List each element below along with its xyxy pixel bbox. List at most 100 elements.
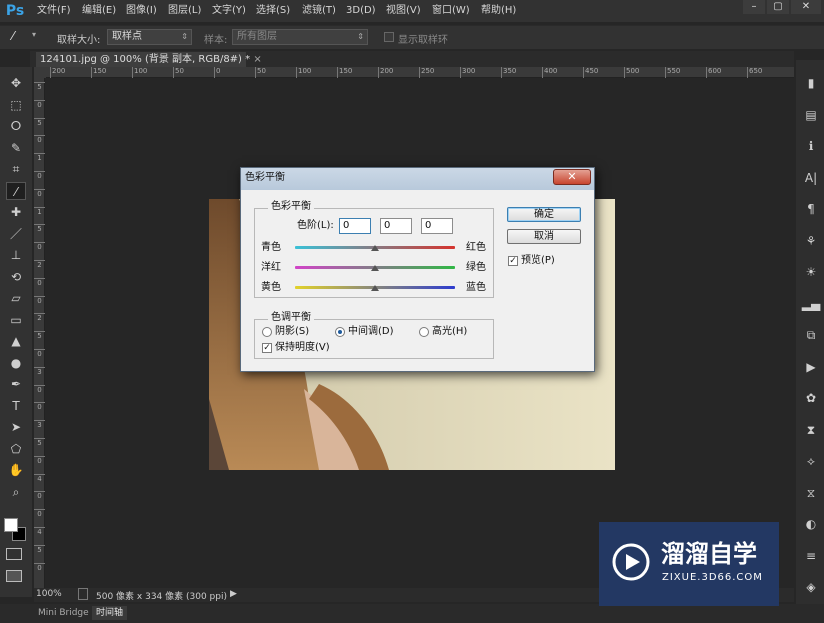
- document-icon[interactable]: ▤: [800, 106, 822, 124]
- tab-mini-bridge[interactable]: Mini Bridge: [34, 606, 93, 620]
- layers-comp-icon[interactable]: ▮: [800, 74, 822, 92]
- ruler-tick-label: 50: [173, 67, 184, 78]
- ruler-tick-label: 3: [34, 420, 45, 429]
- document-tab-title: 124101.jpg @ 100% (背景 副本, RGB/8#) *: [40, 54, 251, 65]
- info-icon[interactable]: ℹ: [800, 137, 822, 155]
- watermark-brand: 溜溜自学: [661, 540, 757, 568]
- preview-checkbox[interactable]: ✓: [508, 256, 518, 266]
- paragraph-icon[interactable]: ¶: [800, 200, 822, 218]
- menu-item-0[interactable]: 文件(F): [37, 4, 71, 18]
- restore-button[interactable]: ▢: [767, 0, 789, 14]
- document-tab[interactable]: 124101.jpg @ 100% (背景 副本, RGB/8#) * ×: [36, 52, 262, 67]
- ok-button[interactable]: 确定: [507, 207, 581, 222]
- dialog-titlebar[interactable]: 色彩平衡: [241, 168, 594, 190]
- menu-item-6[interactable]: 滤镜(T): [302, 4, 336, 18]
- type-icon[interactable]: T: [6, 397, 26, 415]
- horizontal-ruler[interactable]: 200 150 100 50 0 50 100 150 200 250 300 350 400 450 50…: [46, 67, 794, 78]
- menu-item-10[interactable]: 帮助(H): [481, 4, 516, 18]
- tone-radio-1[interactable]: [335, 327, 345, 337]
- menu-item-9[interactable]: 窗口(W): [432, 4, 470, 18]
- screen-mode-icon[interactable]: [6, 570, 22, 582]
- close-window-button[interactable]: ✕: [791, 0, 821, 14]
- ruler-tick-label: 5: [34, 82, 45, 91]
- histogram-icon[interactable]: ▂▄: [800, 295, 822, 313]
- status-menu-arrow[interactable]: ▶: [230, 589, 237, 599]
- menu-item-1[interactable]: 编辑(E): [82, 4, 116, 18]
- actions-play-icon[interactable]: ▶: [800, 358, 822, 376]
- color-icon[interactable]: ◐: [800, 515, 822, 533]
- eyedropper-preset-icon[interactable]: ⁄: [12, 29, 28, 45]
- close-tab-icon[interactable]: ×: [253, 54, 261, 65]
- slider-thumb-1[interactable]: [371, 265, 379, 271]
- styles-icon[interactable]: ✿: [800, 389, 822, 407]
- level-input-yellow-blue[interactable]: 0: [421, 218, 453, 234]
- minimize-button[interactable]: –: [743, 0, 765, 14]
- slider-left-label-2: 黄色: [261, 282, 281, 293]
- brush-preset-icon[interactable]: ⚘: [800, 232, 822, 250]
- blur-icon[interactable]: ▲: [6, 332, 26, 350]
- cancel-button[interactable]: 取消: [507, 229, 581, 244]
- menu-item-2[interactable]: 图像(I): [126, 4, 157, 18]
- clone-source-icon[interactable]: ⧉: [800, 326, 822, 344]
- pen-icon[interactable]: ✒: [6, 375, 26, 393]
- show-ring-checkbox[interactable]: [384, 32, 394, 42]
- swatches-icon[interactable]: ⧗: [800, 421, 822, 439]
- ruler-tick-label: 1: [34, 206, 45, 216]
- slider-thumb-0[interactable]: [371, 245, 379, 251]
- level-input-magenta-green[interactable]: 0: [380, 218, 412, 234]
- preserve-luminosity-checkbox[interactable]: ✓: [262, 343, 272, 353]
- eyedropper-icon[interactable]: ⁄: [6, 181, 26, 200]
- crop-icon[interactable]: ⌗: [6, 160, 26, 178]
- menu-item-8[interactable]: 视图(V): [386, 4, 421, 18]
- path-select-icon[interactable]: ➤: [6, 418, 26, 436]
- slider-left-label-0: 青色: [261, 242, 281, 253]
- menu-item-5[interactable]: 选择(S): [256, 4, 290, 18]
- ruler-tick-label: 3: [34, 366, 45, 376]
- tone-radio-0[interactable]: [262, 327, 272, 337]
- adjustments-icon[interactable]: ≡: [800, 547, 822, 565]
- hand-icon[interactable]: ✋: [6, 461, 26, 479]
- ruler-tick-label: 0: [34, 402, 45, 411]
- stamp-icon[interactable]: ⊥: [6, 246, 26, 264]
- paths-icon[interactable]: ⧖: [800, 484, 822, 502]
- properties-icon[interactable]: ⟡: [800, 452, 822, 470]
- menu-item-3[interactable]: 图层(L): [168, 4, 201, 18]
- shape-icon[interactable]: ⬠: [6, 440, 26, 458]
- sample-size-select[interactable]: 取样点 ⇕: [107, 29, 192, 45]
- ruler-origin[interactable]: [34, 67, 46, 78]
- menu-item-4[interactable]: 文字(Y): [212, 4, 246, 18]
- dodge-icon[interactable]: ●: [6, 354, 26, 372]
- layers-icon[interactable]: ◈: [800, 578, 822, 596]
- healing-icon[interactable]: ✚: [6, 203, 26, 221]
- slider-right-label-1: 绿色: [466, 262, 486, 273]
- character-icon[interactable]: A|: [800, 169, 822, 187]
- ruler-tick-label: 650: [747, 67, 762, 78]
- document-status-icon: [78, 588, 88, 600]
- close-icon[interactable]: ✕: [553, 169, 591, 185]
- move-icon[interactable]: ✥: [6, 74, 26, 92]
- lasso-icon[interactable]: ⵔ: [6, 117, 26, 135]
- quick-mask-icon[interactable]: [6, 548, 22, 560]
- ruler-tick-label: 200: [378, 67, 393, 78]
- history-brush-icon[interactable]: ⟲: [6, 268, 26, 286]
- vertical-ruler[interactable]: 5 0 5 0 1 0 0 1 5 0 2 0 0 2 5 0 3 0 0 3 5 0 4 0 0 4 5 0: [34, 78, 45, 588]
- tab-timeline[interactable]: 时间轴: [92, 606, 128, 620]
- foreground-color-swatch[interactable]: [4, 518, 18, 532]
- tone-radio-2[interactable]: [419, 327, 429, 337]
- slider-thumb-2[interactable]: [371, 285, 379, 291]
- quick-select-icon[interactable]: ✎: [6, 139, 26, 157]
- adjust-icon[interactable]: ☀: [800, 263, 822, 281]
- zoom-level[interactable]: 100%: [36, 589, 62, 599]
- preset-dropdown-arrow-icon[interactable]: ▾: [32, 30, 36, 39]
- eraser-icon[interactable]: ▱: [6, 289, 26, 307]
- brush-icon[interactable]: ／: [6, 225, 26, 243]
- level-input-cyan-red[interactable]: 0: [339, 218, 371, 234]
- gradient-icon[interactable]: ▭: [6, 311, 26, 329]
- ruler-tick-label: 0: [214, 67, 220, 78]
- preserve-luminosity-label: 保持明度(V): [275, 342, 330, 353]
- zoom-icon[interactable]: ⌕: [6, 483, 26, 501]
- menu-item-7[interactable]: 3D(D): [346, 4, 376, 18]
- ruler-tick-label: 50: [255, 67, 266, 78]
- sample-select[interactable]: 所有图层 ⇕: [232, 29, 368, 45]
- marquee-icon[interactable]: ⬚: [6, 96, 26, 114]
